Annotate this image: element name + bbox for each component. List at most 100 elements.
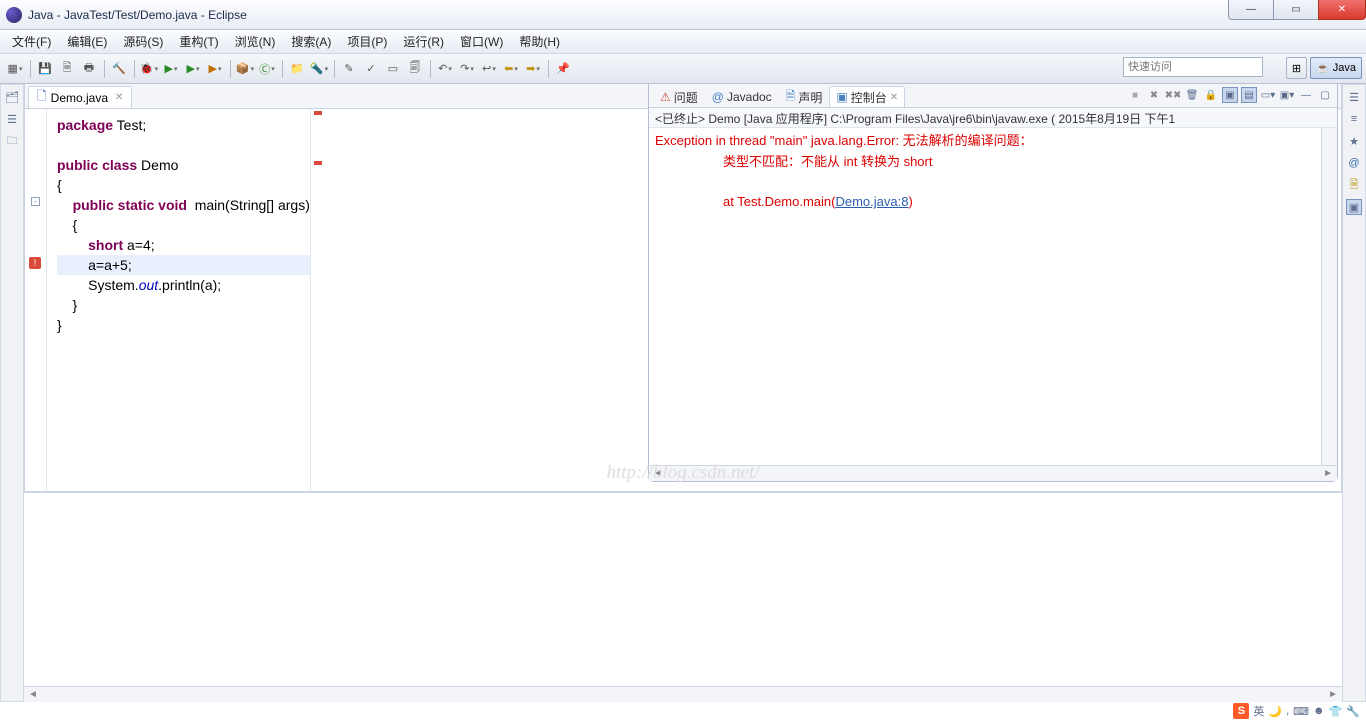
remove-launch-icon[interactable]: ✖	[1146, 87, 1162, 103]
code-content[interactable]: package Test; public class Demo { public…	[47, 109, 310, 491]
quick-access-input[interactable]	[1123, 57, 1263, 77]
error-marker-icon[interactable]: !	[29, 257, 41, 269]
maximize-button[interactable]: ▭	[1273, 0, 1319, 20]
new-package-button[interactable]: 📦▾	[235, 59, 255, 79]
menu-help[interactable]: 帮助(H)	[511, 31, 568, 52]
editor-gutter: - !	[25, 109, 47, 491]
build-button[interactable]: 🔨	[109, 59, 129, 79]
java-perspective-label: Java	[1333, 62, 1356, 74]
menu-run[interactable]: 运行(R)	[395, 31, 452, 52]
scroll-lock-icon[interactable]: 🔒	[1203, 87, 1219, 103]
tab-declaration[interactable]: 🗎声明	[779, 86, 830, 107]
debug-button[interactable]: 🐞▾	[139, 59, 159, 79]
open-type-button[interactable]: 📁	[287, 59, 307, 79]
task-button[interactable]: ▭	[383, 59, 403, 79]
bookmark-button[interactable]: 🗐	[405, 59, 425, 79]
ime-lang[interactable]: 英	[1253, 703, 1264, 719]
workbench: 🗂 ☰ 🗀 🗋 Demo.java ✕ ▭ ▢	[0, 84, 1366, 702]
stacktrace-link[interactable]: Demo.java:8	[835, 194, 908, 209]
separator	[131, 59, 137, 79]
ime-moon-icon[interactable]: 🌙	[1268, 705, 1282, 718]
package-explorer-icon[interactable]: 🗂	[4, 89, 20, 105]
new-button[interactable]: ▦▾	[5, 59, 25, 79]
at-icon[interactable]: @	[1346, 155, 1362, 171]
separator	[545, 59, 551, 79]
separator	[427, 59, 433, 79]
new-class-button[interactable]: Ⓒ▾	[257, 59, 277, 79]
ime-punct-icon[interactable]: ,	[1286, 705, 1289, 717]
tab-javadoc[interactable]: @Javadoc	[705, 86, 779, 107]
window-controls: — ▭ ✕	[1229, 0, 1366, 20]
menu-search[interactable]: 搜索(A)	[283, 31, 339, 52]
menu-edit[interactable]: 编辑(E)	[59, 31, 115, 52]
navigator-icon[interactable]: 🗀	[4, 133, 20, 149]
tab-close-icon[interactable]: ✕	[890, 92, 898, 103]
ext-tools-button[interactable]: ▶▾	[205, 59, 225, 79]
wand-button[interactable]: ✎	[339, 59, 359, 79]
main-toolbar: ▦▾ 💾 🗎 🖶 🔨 🐞▾ ▶▾ ▶▾ ▶▾ 📦▾ Ⓒ▾ 📁 🔦▾ ✎ ✓ ▭ …	[0, 54, 1366, 84]
save-button[interactable]: 💾	[35, 59, 55, 79]
view-tabs: ⚠问题 @Javadoc 🗎声明 ▣控制台 ✕ ■ ✖ ✖✖ 🗑 🔒 ▣ ▤ ▭…	[649, 84, 1337, 108]
bookmark-view-icon[interactable]: ★	[1346, 133, 1362, 149]
menu-navigate[interactable]: 浏览(N)	[227, 31, 284, 52]
editor-tab-demo[interactable]: 🗋 Demo.java ✕	[28, 86, 132, 108]
new-console-icon[interactable]: ▣▾	[1279, 87, 1295, 103]
menu-refactor[interactable]: 重构(T)	[171, 31, 226, 52]
ime-tool-icon[interactable]: 🔧	[1346, 705, 1360, 718]
maximize-icon[interactable]: ▢	[1317, 87, 1333, 103]
fold-minus-icon[interactable]: -	[31, 197, 40, 206]
ime-keyboard-icon[interactable]: ⌨	[1293, 705, 1309, 718]
pin-console-icon[interactable]: ▣	[1222, 87, 1238, 103]
menu-file[interactable]: 文件(F)	[4, 31, 59, 52]
terminate-icon[interactable]: ■	[1127, 87, 1143, 103]
sheet-icon[interactable]: 🗎	[1346, 177, 1362, 193]
search-button[interactable]: 🔦▾	[309, 59, 329, 79]
task-list-icon[interactable]: ≡	[1346, 111, 1362, 127]
editor-tab-close[interactable]: ✕	[115, 92, 123, 103]
open-perspective-button[interactable]: ⊞	[1286, 57, 1307, 79]
sogou-icon[interactable]: S	[1233, 703, 1249, 719]
ime-settings-icon[interactable]: 👕	[1329, 705, 1343, 718]
menu-window[interactable]: 窗口(W)	[452, 31, 511, 52]
toggle-mark-button[interactable]: ✓	[361, 59, 381, 79]
tab-problems[interactable]: ⚠问题	[653, 86, 705, 107]
last-edit-button[interactable]: ↩▾	[479, 59, 499, 79]
minimize-button[interactable]: —	[1228, 0, 1274, 20]
prev-annotation-button[interactable]: ↶▾	[435, 59, 455, 79]
remove-all-icon[interactable]: ✖✖	[1165, 87, 1181, 103]
menu-project[interactable]: 项目(P)	[339, 31, 395, 52]
clear-console-icon[interactable]: 🗑	[1184, 87, 1200, 103]
console-output[interactable]: Exception in thread "main" java.lang.Err…	[649, 128, 1337, 465]
run-button[interactable]: ▶▾	[161, 59, 181, 79]
minimize-icon[interactable]: —	[1298, 87, 1314, 103]
console-vscrollbar[interactable]	[1321, 128, 1337, 465]
view-icon[interactable]: ▣	[1346, 199, 1362, 215]
back-button[interactable]: ⬅▾	[501, 59, 521, 79]
display-console-icon[interactable]: ▤	[1241, 87, 1257, 103]
close-button[interactable]: ✕	[1318, 0, 1366, 20]
save-all-button[interactable]: 🗎	[57, 59, 77, 79]
menu-source[interactable]: 源码(S)	[115, 31, 171, 52]
ime-face-icon[interactable]: ☻	[1313, 705, 1325, 717]
ruler-error-mark[interactable]	[314, 161, 322, 165]
separator	[227, 59, 233, 79]
editor-hscrollbar[interactable]: ◄►	[24, 686, 1342, 702]
tab-console[interactable]: ▣控制台 ✕	[829, 86, 905, 107]
java-perspective-button[interactable]: ☕Java	[1310, 57, 1362, 79]
java-file-icon: 🗋	[37, 87, 47, 108]
outline-icon[interactable]: ☰	[1346, 89, 1362, 105]
hierarchy-icon[interactable]: ☰	[4, 111, 20, 127]
open-console-icon[interactable]: ▭▾	[1260, 87, 1276, 103]
next-annotation-button[interactable]: ↷▾	[457, 59, 477, 79]
perspective-switcher: ⊞ ☕Java	[1286, 57, 1362, 79]
forward-button[interactable]: ➡▾	[523, 59, 543, 79]
console-status: <已终止> Demo [Java 应用程序] C:\Program Files\…	[649, 108, 1337, 128]
right-trim: ☰ ≡ ★ @ 🗎 ▣	[1342, 84, 1366, 702]
coverage-button[interactable]: ▶▾	[183, 59, 203, 79]
console-icon: ▣	[836, 90, 847, 104]
console-line-3: at Test.Demo.main(Demo.java:8)	[655, 192, 1331, 212]
console-hscrollbar[interactable]: ◄►	[649, 465, 1337, 481]
pin-button[interactable]: 📌	[553, 59, 573, 79]
print-button[interactable]: 🖶	[79, 59, 99, 79]
ruler-error-top[interactable]	[314, 111, 322, 115]
